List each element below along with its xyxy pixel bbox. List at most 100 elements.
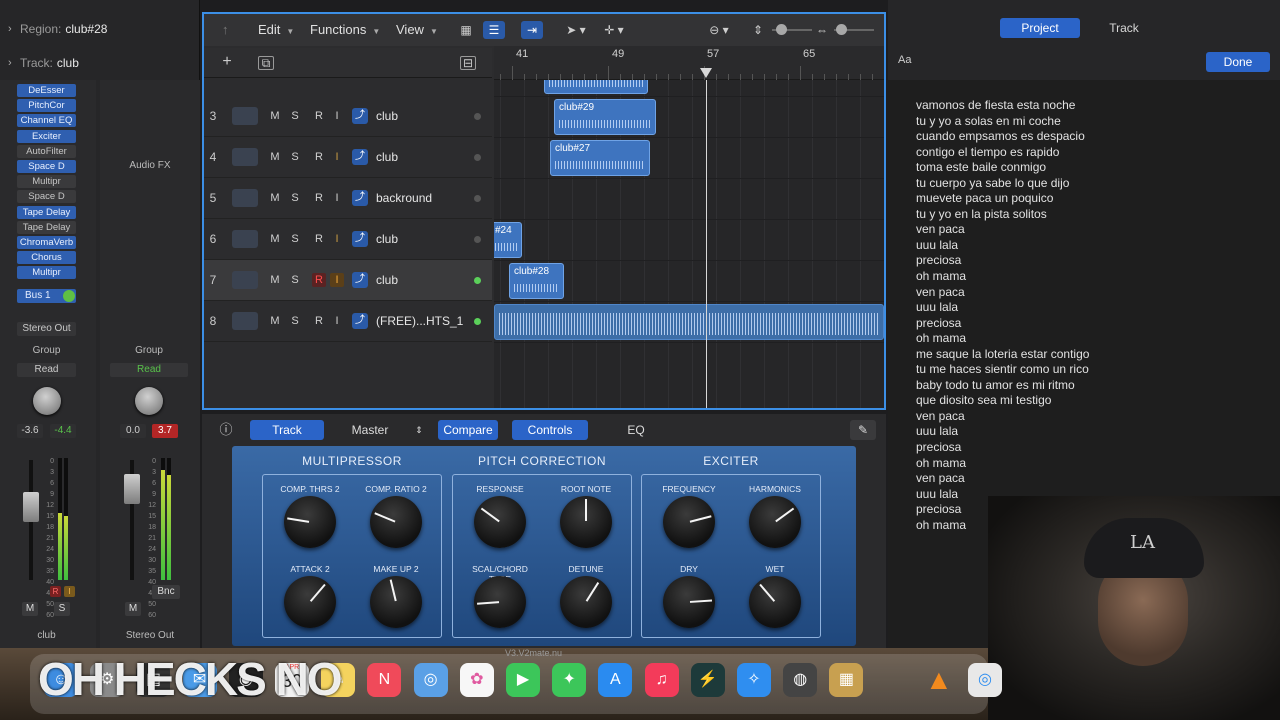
track-header-4[interactable]: 4 M S R I ⤴ club [204, 137, 492, 178]
parameter-knob[interactable] [284, 576, 336, 628]
automation-mode-b[interactable]: Read [110, 363, 188, 377]
audio-fx-slot[interactable]: Exciter [17, 129, 76, 143]
parameter-knob[interactable] [474, 576, 526, 628]
tab-eq[interactable]: EQ [598, 420, 674, 440]
audio-region[interactable]: #24 [494, 222, 522, 258]
mute-button[interactable]: M [268, 191, 282, 205]
automation-icon[interactable]: ⊖ ▾ [702, 21, 736, 39]
automation-mode-a[interactable]: Read [17, 363, 76, 377]
bar-ruler[interactable]: 41 49 57 65 [494, 46, 884, 80]
audio-fx-slot[interactable]: Multipr [17, 175, 76, 189]
logic-pro-app-icon[interactable]: ⚡ [690, 663, 725, 697]
parameter-knob[interactable] [370, 496, 422, 548]
input-monitor-button[interactable]: I [330, 191, 344, 205]
record-enable-button[interactable]: R [312, 109, 326, 123]
track-automation-icon[interactable]: ⤴ [352, 272, 368, 288]
done-button[interactable]: Done [1206, 52, 1270, 72]
lyrics-text[interactable]: vamonos de fiesta esta noche tu y yo a so… [916, 98, 1156, 533]
output-slot[interactable]: Stereo Out [17, 322, 76, 336]
tab-track[interactable]: Track [250, 420, 324, 440]
track-name[interactable]: club [376, 137, 398, 177]
audio-fx-slot[interactable]: Tape Delay [17, 205, 76, 219]
compressor-app-icon[interactable]: ◍ [783, 663, 818, 697]
track-header-5[interactable]: 5 M S R I ⤴ backround [204, 178, 492, 219]
track-automation-icon[interactable]: ⤴ [352, 108, 368, 124]
input-monitor-button[interactable]: I [330, 150, 344, 164]
view-menu[interactable]: View ▼ [396, 20, 438, 40]
audio-fx-slot[interactable]: Multipr [17, 266, 76, 280]
record-enable-button[interactable]: R [312, 150, 326, 164]
solo-button[interactable]: S [288, 109, 302, 123]
input-monitor-button[interactable]: I [330, 273, 344, 287]
audio-region[interactable] [494, 304, 884, 340]
pointer-tool-icon[interactable]: ➤ ▾ [559, 21, 593, 39]
audio-fx-slot[interactable]: Channel EQ [17, 114, 76, 128]
send-level-knob[interactable] [63, 290, 75, 302]
audio-fx-slot[interactable]: Space D [17, 190, 76, 204]
track-name[interactable]: backround [376, 178, 432, 218]
messages-app-icon[interactable]: ✦ [552, 663, 587, 697]
track-name[interactable]: (FREE)...HTS_1 [376, 301, 463, 341]
record-enable-button[interactable]: R [312, 273, 326, 287]
vertical-zoom-handle[interactable] [776, 24, 787, 35]
audio-region[interactable]: club#29 [554, 99, 656, 135]
group-slot-a[interactable]: Group [17, 345, 76, 356]
add-track-icon[interactable]: + [219, 54, 235, 70]
record-enable-button[interactable]: R [312, 232, 326, 246]
parameter-knob[interactable] [284, 496, 336, 548]
pencil-icon[interactable]: ✎ [850, 420, 876, 440]
region-inspector-header[interactable]: › Region: club#28 [0, 12, 200, 46]
news-app-icon[interactable]: N [367, 663, 402, 697]
record-enable-a[interactable]: R [50, 586, 61, 597]
volume-fader-b[interactable] [124, 474, 140, 504]
chrome-app-icon[interactable]: ◎ [968, 663, 1002, 697]
tab-master[interactable]: Master [330, 420, 410, 440]
parameter-knob[interactable] [560, 496, 612, 548]
crosshair-tool-icon[interactable]: ✛ ▾ [597, 21, 631, 39]
input-monitor-button[interactable]: I [330, 109, 344, 123]
parameter-knob[interactable] [663, 576, 715, 628]
grid-view-icon[interactable]: ▦ [455, 21, 477, 39]
record-enable-button[interactable]: R [312, 314, 326, 328]
solo-button-a[interactable]: S [54, 602, 70, 616]
solo-button[interactable]: S [288, 191, 302, 205]
track-automation-icon[interactable]: ⤴ [352, 231, 368, 247]
mute-button[interactable]: M [268, 109, 282, 123]
facetime-app-icon[interactable]: ▶ [506, 663, 540, 697]
playhead-marker[interactable] [700, 68, 712, 78]
audio-fx-slot[interactable]: Tape Delay [17, 220, 76, 234]
parameter-knob[interactable] [663, 496, 715, 548]
list-view-icon[interactable]: ☰ [483, 21, 505, 39]
volume-fader-a[interactable] [23, 492, 39, 522]
track-header-7[interactable]: 7 M S R I ⤴ club [204, 260, 492, 301]
track-automation-icon[interactable]: ⤴ [352, 149, 368, 165]
info-icon[interactable]: ⓘ [216, 420, 236, 440]
pan-knob-b[interactable] [135, 387, 163, 415]
edit-menu[interactable]: Edit ▼ [258, 20, 294, 40]
photos-app-icon[interactable]: ✿ [459, 663, 494, 697]
pan-knob-a[interactable] [33, 387, 61, 415]
back-arrow-icon[interactable]: ↑ [222, 20, 229, 40]
music-app-icon[interactable]: ♫ [644, 663, 679, 697]
duplicate-track-icon[interactable]: ⧉ [258, 56, 274, 70]
track-header-3[interactable]: 3 M S R I ⤴ club [204, 96, 492, 137]
preview-app-icon[interactable]: ◎ [413, 663, 448, 697]
solo-button[interactable]: S [288, 314, 302, 328]
audio-fx-slot[interactable]: Chorus [17, 251, 76, 265]
functions-menu[interactable]: Functions ▼ [310, 20, 380, 40]
audio-region[interactable]: club#27 [550, 140, 650, 176]
audio-region[interactable] [544, 80, 648, 94]
parameter-knob[interactable] [474, 496, 526, 548]
track-automation-icon[interactable]: ⤴ [352, 313, 368, 329]
input-monitor-button[interactable]: I [330, 314, 344, 328]
global-tracks-icon[interactable]: ⊟ [460, 56, 476, 70]
mute-button-b[interactable]: M [125, 602, 141, 616]
audio-fx-slot[interactable]: ChromaVerb [17, 236, 76, 249]
parameter-knob[interactable] [370, 576, 422, 628]
input-monitor-a[interactable]: I [64, 586, 75, 597]
audio-fx-slot[interactable]: DeEsser [17, 84, 76, 97]
audio-fx-slot[interactable]: Space D [17, 160, 76, 173]
audio-region[interactable]: club#28 [509, 263, 564, 299]
record-enable-button[interactable]: R [312, 191, 326, 205]
safari-app-icon[interactable]: ✧ [737, 663, 771, 697]
